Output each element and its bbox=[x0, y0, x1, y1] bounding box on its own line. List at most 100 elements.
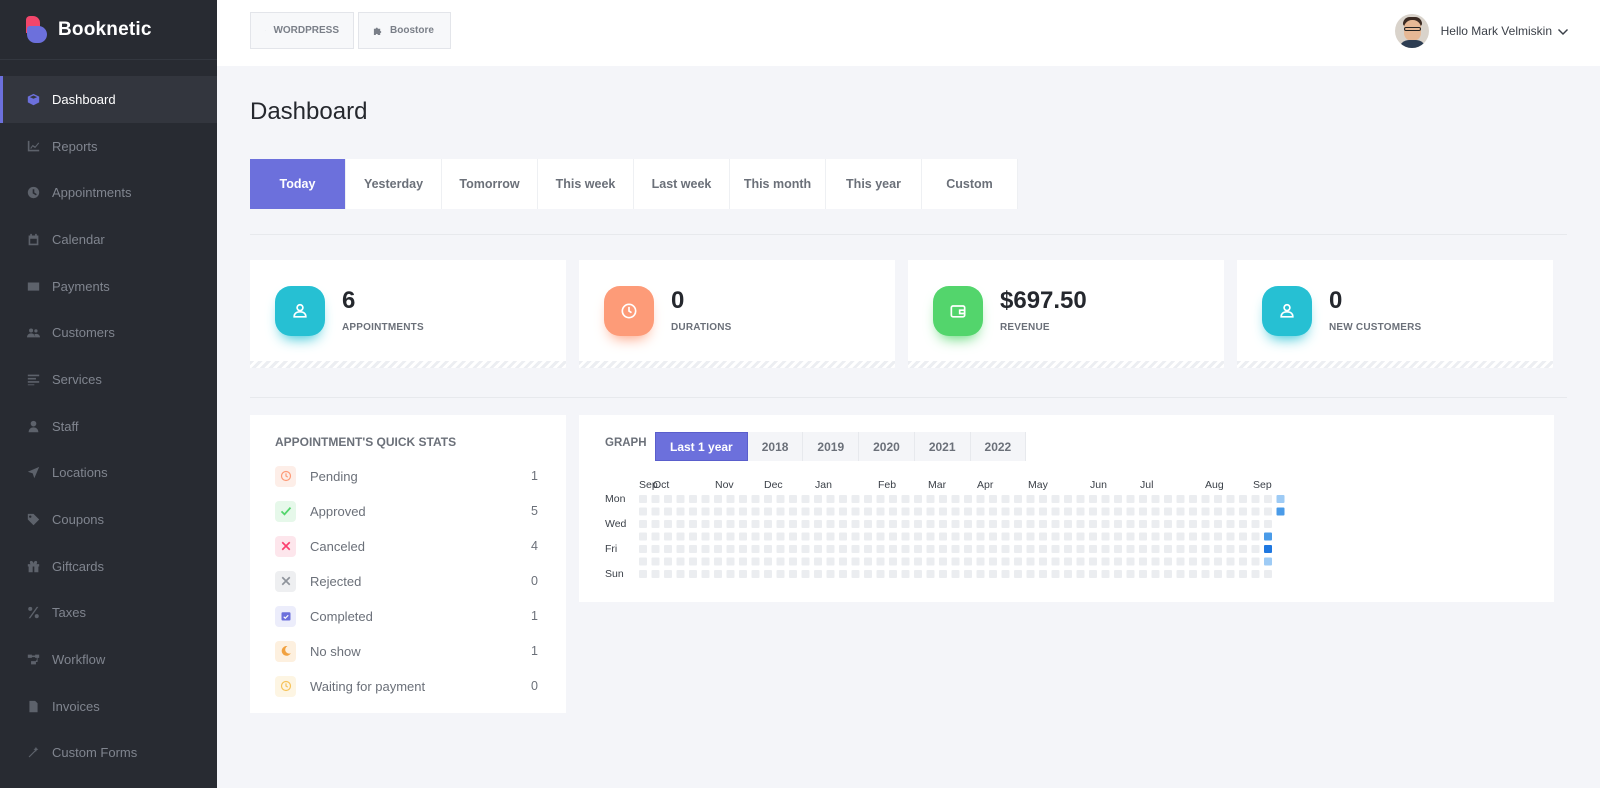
sidebar-item-coupons[interactable]: Coupons bbox=[0, 496, 217, 543]
sidebar-item-dashboard[interactable]: Dashboard bbox=[0, 76, 217, 123]
year-tab-2022[interactable]: 2022 bbox=[970, 432, 1027, 461]
heatmap-cell bbox=[726, 507, 735, 516]
heatmap-cell bbox=[1164, 507, 1172, 516]
year-tab-2020[interactable]: 2020 bbox=[859, 432, 915, 461]
heatmap-cell bbox=[676, 495, 685, 503]
month-label: Mar bbox=[928, 479, 947, 491]
heatmap-cell bbox=[776, 570, 785, 578]
heatmap-cell bbox=[864, 507, 872, 516]
sidebar-item-invoices[interactable]: Invoices bbox=[0, 683, 217, 730]
boostore-button[interactable]: Boostore bbox=[358, 12, 451, 49]
heatmap-cell bbox=[1039, 507, 1047, 516]
heatmap-cell bbox=[639, 570, 647, 578]
magic-wand-icon bbox=[26, 745, 41, 760]
tab-yesterday[interactable]: Yesterday bbox=[346, 159, 442, 209]
heatmap-cell bbox=[789, 545, 797, 553]
heatmap-cell bbox=[914, 570, 922, 578]
heatmap-cell bbox=[1264, 570, 1272, 578]
sidebar-item-customers[interactable]: Customers bbox=[0, 309, 217, 356]
heatmap-cell bbox=[951, 570, 960, 578]
tag-icon bbox=[26, 512, 41, 527]
user-menu[interactable]: Hello Mark Velmiskin bbox=[1394, 14, 1568, 48]
heatmap-cell bbox=[939, 570, 947, 578]
quick-stat-label: Rejected bbox=[310, 573, 362, 589]
sidebar-item-calendar[interactable]: Calendar bbox=[0, 216, 217, 263]
quick-stat-label: Canceled bbox=[310, 538, 365, 554]
sidebar-item-staff[interactable]: Staff bbox=[0, 403, 217, 450]
tab-this-week[interactable]: This week bbox=[538, 159, 634, 209]
sidebar-item-custom-forms[interactable]: Custom Forms bbox=[0, 730, 217, 777]
heatmap-cell bbox=[1214, 507, 1222, 516]
sidebar-item-label: Invoices bbox=[52, 698, 100, 714]
heatmap-cell bbox=[801, 545, 810, 553]
heatmap-cell bbox=[839, 545, 847, 553]
year-tab-last-1-year[interactable]: Last 1 year bbox=[655, 432, 748, 461]
tab-last-week[interactable]: Last week bbox=[634, 159, 730, 209]
year-tab-2021[interactable]: 2021 bbox=[914, 432, 971, 461]
heatmap-cell bbox=[914, 507, 922, 516]
sidebar-item-taxes[interactable]: Taxes bbox=[0, 590, 217, 637]
heatmap-cell bbox=[839, 557, 847, 566]
heatmap-cell bbox=[1076, 557, 1085, 566]
heatmap-cell bbox=[714, 570, 722, 578]
heatmap-cell bbox=[1101, 570, 1110, 578]
tab-tomorrow[interactable]: Tomorrow bbox=[442, 159, 538, 209]
heatmap-cell bbox=[951, 532, 960, 541]
graph-label: GRAPH bbox=[605, 437, 647, 449]
brand[interactable]: Booknetic bbox=[0, 0, 217, 60]
heatmap-cell bbox=[1189, 557, 1197, 566]
wordpress-back-button[interactable]: WORDPRESS bbox=[250, 12, 354, 49]
quick-stat-label: Pending bbox=[310, 468, 358, 484]
location-arrow-icon bbox=[26, 465, 41, 480]
sidebar-item-payments[interactable]: Payments bbox=[0, 263, 217, 310]
user-icon bbox=[26, 419, 41, 434]
tab-this-year[interactable]: This year bbox=[826, 159, 922, 209]
heatmap-cell bbox=[964, 532, 972, 541]
heatmap-cell bbox=[739, 520, 747, 528]
tab-today[interactable]: Today bbox=[250, 159, 346, 209]
heatmap-cell bbox=[814, 545, 822, 553]
heatmap-cell bbox=[1001, 520, 1010, 528]
heatmap-cell bbox=[1139, 545, 1147, 553]
month-label: Feb bbox=[878, 479, 896, 491]
heatmap-cell bbox=[851, 532, 860, 541]
month-label: Nov bbox=[715, 479, 734, 491]
heatmap-cell bbox=[889, 495, 897, 503]
heatmap-cell bbox=[1276, 507, 1285, 516]
clock-icon bbox=[26, 185, 41, 200]
sidebar-item-locations[interactable]: Locations bbox=[0, 450, 217, 497]
heatmap-cell bbox=[1114, 520, 1122, 528]
heatmap-cell bbox=[1114, 507, 1122, 516]
heatmap-cell bbox=[801, 507, 810, 516]
heatmap-cell bbox=[814, 507, 822, 516]
heatmap-cell bbox=[1101, 507, 1110, 516]
heatmap-cell bbox=[889, 532, 897, 541]
sidebar-item-services[interactable]: Services bbox=[0, 356, 217, 403]
sidebar-item-giftcards[interactable]: Giftcards bbox=[0, 543, 217, 590]
heatmap-cell bbox=[1189, 495, 1197, 503]
sidebar-item-appointments[interactable]: Appointments bbox=[0, 169, 217, 216]
heatmap-cell bbox=[764, 570, 772, 578]
graph-year-tabs: Last 1 year 2018 2019 2020 2021 2022 bbox=[655, 432, 1027, 461]
tab-custom[interactable]: Custom bbox=[922, 159, 1018, 209]
heatmap-cell bbox=[1051, 520, 1060, 528]
year-tab-2018[interactable]: 2018 bbox=[747, 432, 804, 461]
heatmap-cell bbox=[864, 520, 872, 528]
month-label: Jul bbox=[1140, 479, 1153, 491]
sidebar-item-reports[interactable]: Reports bbox=[0, 123, 217, 170]
heatmap-cell bbox=[739, 532, 747, 541]
heatmap-cell bbox=[776, 545, 785, 553]
year-tab-2019[interactable]: 2019 bbox=[803, 432, 860, 461]
heatmap-cell bbox=[726, 545, 735, 553]
sidebar-item-workflow[interactable]: Workflow bbox=[0, 636, 217, 683]
heatmap-cell bbox=[789, 520, 797, 528]
heatmap-cell bbox=[664, 532, 672, 541]
tab-this-month[interactable]: This month bbox=[730, 159, 826, 209]
check-icon bbox=[275, 500, 296, 522]
heatmap-cell bbox=[1264, 507, 1272, 516]
heatmap-cell bbox=[1076, 545, 1085, 553]
sidebar-item-label: Giftcards bbox=[52, 558, 105, 574]
heatmap-cell bbox=[639, 545, 647, 553]
moon-icon bbox=[275, 640, 296, 662]
heatmap-cell bbox=[964, 520, 972, 528]
